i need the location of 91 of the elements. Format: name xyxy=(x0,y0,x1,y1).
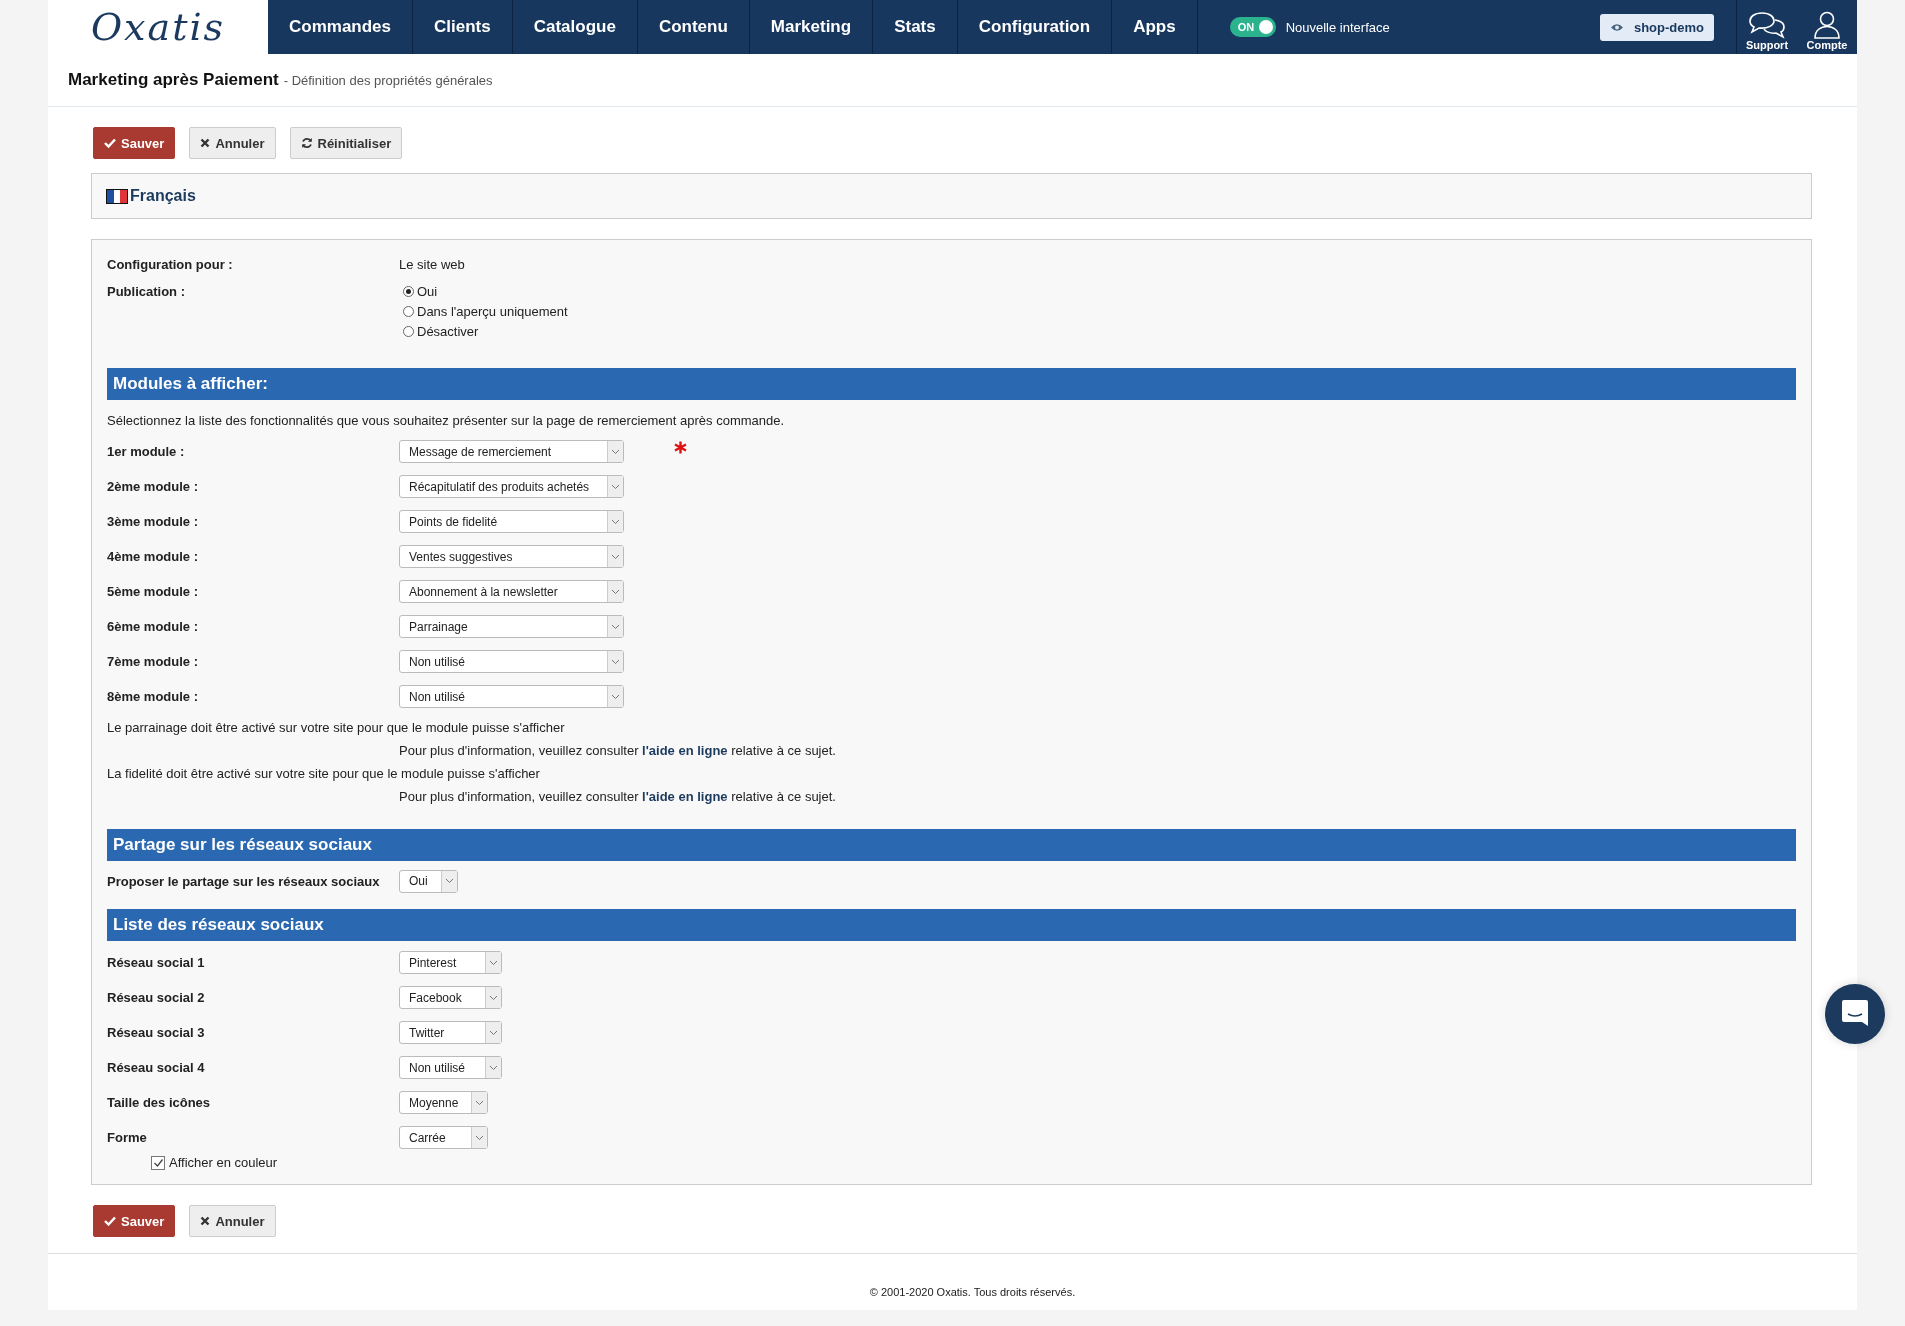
caret-icon xyxy=(611,588,620,595)
field-label: Réseau social 2 xyxy=(107,990,206,1005)
check-icon xyxy=(104,1216,116,1226)
save-button[interactable]: Sauver xyxy=(93,1205,176,1237)
checkbox[interactable] xyxy=(151,1155,165,1170)
dropdown[interactable]: Twitter xyxy=(399,1021,502,1044)
flag-icon xyxy=(106,188,128,204)
radio-label[interactable]: Désactiver xyxy=(417,324,479,339)
field-label: 7ème module : xyxy=(107,654,200,669)
dropdown[interactable]: Parrainage xyxy=(399,615,624,638)
help-text: Pour plus d'information, veuillez consulter l'aide en ligne relative à ce sujet. xyxy=(399,789,837,804)
dropdown[interactable]: Abonnement à la newsletter xyxy=(399,580,624,603)
radio-button[interactable] xyxy=(403,306,414,317)
field-label: 6ème module : xyxy=(107,619,200,634)
dropdown[interactable]: Oui xyxy=(399,869,458,893)
dropdown[interactable]: Carrée xyxy=(399,1126,488,1149)
chat-bubbles-icon xyxy=(1748,11,1786,39)
caret-icon xyxy=(611,553,620,560)
caret-icon xyxy=(489,1064,498,1071)
caret-icon xyxy=(611,623,620,630)
close-icon xyxy=(200,138,211,148)
dropdown[interactable]: Non utilisé xyxy=(399,1056,502,1079)
warning-text: La fidelité doit être activé sur votre site pour que le module puisse s'afficher xyxy=(107,766,541,781)
dropdown[interactable]: Pinterest xyxy=(399,951,502,974)
copyright-text: © 2001-2020 Oxatis. Tous droits réservés. xyxy=(869,1286,1076,1298)
field-label: Configuration pour : xyxy=(107,256,234,272)
caret-icon xyxy=(475,1099,484,1106)
chat-icon xyxy=(1840,999,1870,1029)
caret-icon xyxy=(475,1134,484,1141)
dropdown[interactable]: Non utilisé xyxy=(399,650,624,673)
caret-icon xyxy=(611,658,620,665)
dropdown[interactable]: Facebook xyxy=(399,986,502,1009)
help-link[interactable]: l'aide en ligne xyxy=(642,743,728,758)
caret-icon xyxy=(489,1029,498,1036)
field-label: 5ème module : xyxy=(107,584,200,599)
eye-icon xyxy=(1609,22,1624,32)
close-icon xyxy=(200,1216,211,1226)
support-button[interactable]: Support xyxy=(1737,0,1797,54)
chat-button[interactable] xyxy=(1825,984,1885,1044)
field-label: 4ème module : xyxy=(107,549,200,564)
field-label: 1er module : xyxy=(107,444,186,459)
language-title: Français xyxy=(130,187,196,205)
field-value: Le site web xyxy=(399,256,465,272)
toggle-label: Nouvelle interface xyxy=(1285,19,1390,35)
field-label: 2ème module : xyxy=(107,479,200,494)
field-label: Proposer le partage sur les réseaux sociaux xyxy=(107,873,381,889)
checkbox-label[interactable]: Afficher en couleur xyxy=(169,1155,278,1170)
caret-icon xyxy=(611,448,620,455)
section-header: Modules à afficher: xyxy=(107,368,1796,400)
caret-icon xyxy=(445,878,454,884)
field-label: 8ème module : xyxy=(107,689,200,704)
dropdown[interactable]: Points de fidelité xyxy=(399,510,624,533)
field-label: Réseau social 1 xyxy=(107,955,206,970)
field-label: Réseau social 4 xyxy=(107,1060,206,1075)
logo[interactable]: Oxatis xyxy=(48,0,268,54)
shop-button[interactable]: shop-demo xyxy=(1599,13,1714,41)
account-button[interactable]: Compte xyxy=(1797,0,1857,54)
cancel-button[interactable]: Annuler xyxy=(189,127,276,159)
help-link[interactable]: l'aide en ligne xyxy=(642,789,728,804)
dropdown[interactable]: Message de remerciement xyxy=(399,440,624,463)
field-label: Publication : xyxy=(107,284,186,299)
radio-button[interactable] xyxy=(403,286,414,297)
save-button[interactable]: Sauver xyxy=(93,127,176,159)
section-header: Liste des réseaux sociaux xyxy=(107,909,1796,941)
refresh-icon xyxy=(300,137,313,149)
caret-icon xyxy=(489,959,498,966)
section-header: Partage sur les réseaux sociaux xyxy=(107,829,1796,861)
caret-icon xyxy=(611,693,620,700)
dropdown[interactable]: Ventes suggestives xyxy=(399,545,624,568)
cancel-button[interactable]: Annuler xyxy=(189,1205,276,1237)
caret-icon xyxy=(611,483,620,490)
section-description: Sélectionnez la liste des fonctionnalités que vous souhaitez présenter sur la page de remerciement après commande. xyxy=(107,413,786,428)
radio-button[interactable] xyxy=(403,326,414,337)
field-label: 3ème module : xyxy=(107,514,200,529)
field-label: Taille des icônes xyxy=(107,1095,212,1110)
page-title: Marketing après Paiement xyxy=(68,70,279,90)
dropdown[interactable]: Non utilisé xyxy=(399,685,624,708)
dropdown[interactable]: Moyenne xyxy=(399,1091,488,1114)
caret-icon xyxy=(611,518,620,525)
radio-label[interactable]: Dans l'aperçu uniquement xyxy=(417,304,568,319)
page-subtitle: - Définition des propriétés générales xyxy=(283,72,493,88)
help-text: Pour plus d'information, veuillez consulter l'aide en ligne relative à ce sujet. xyxy=(399,743,837,758)
user-icon xyxy=(1813,11,1841,39)
warning-text: Le parrainage doit être activé sur votre site pour que le module puisse s'afficher xyxy=(107,720,566,735)
dropdown[interactable]: Récapitulatif des produits achetés xyxy=(399,475,624,498)
reset-button[interactable]: Réinitialiser xyxy=(289,127,403,159)
caret-icon xyxy=(489,994,498,1001)
check-icon xyxy=(104,138,116,148)
field-label: Réseau social 3 xyxy=(107,1025,206,1040)
radio-label[interactable]: Oui xyxy=(417,284,438,299)
field-label: Forme xyxy=(107,1130,148,1145)
